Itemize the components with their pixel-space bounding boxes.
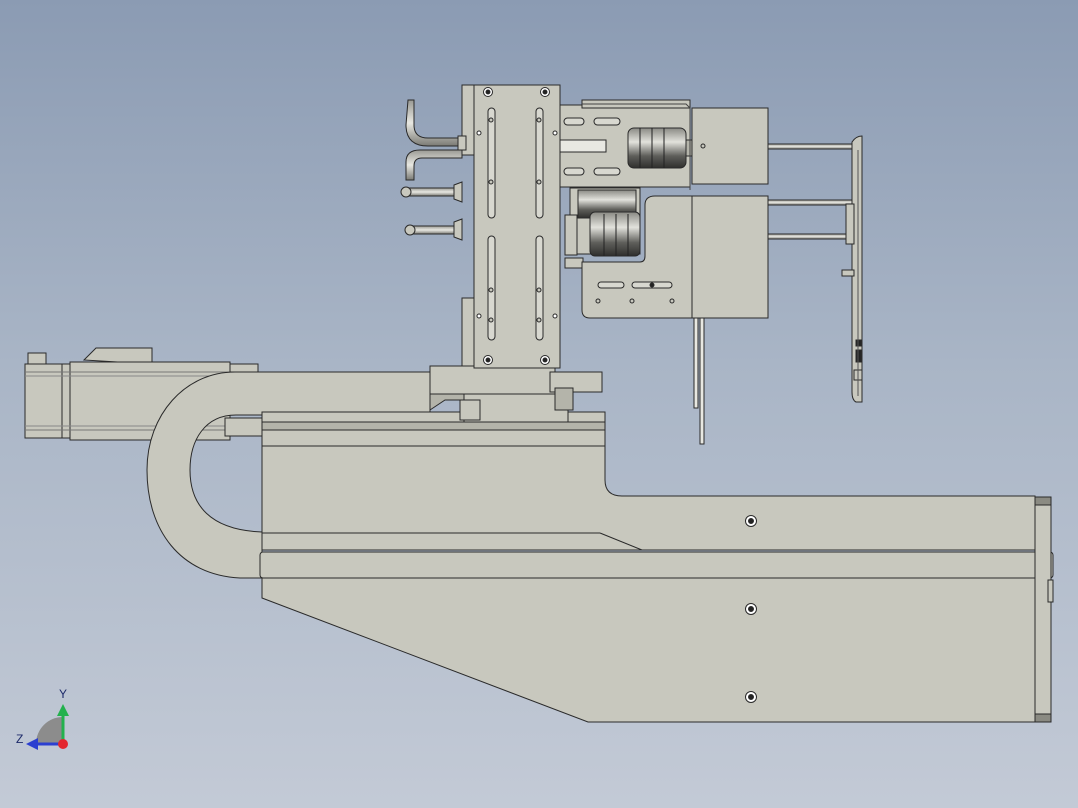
- cad-viewport[interactable]: Y Z: [0, 0, 1078, 808]
- x-axis-dot: [58, 739, 68, 749]
- end-effector-plate[interactable]: [841, 135, 863, 403]
- pneumatic-fittings[interactable]: [400, 99, 467, 241]
- guide-rods[interactable]: [767, 143, 853, 240]
- assembly-drawing[interactable]: [0, 0, 1078, 808]
- base-body[interactable]: [259, 411, 1054, 723]
- vertical-plate[interactable]: [461, 84, 561, 369]
- z-axis-label: Z: [16, 732, 24, 746]
- y-axis-label: Y: [59, 687, 68, 701]
- axis-triad[interactable]: [26, 704, 69, 750]
